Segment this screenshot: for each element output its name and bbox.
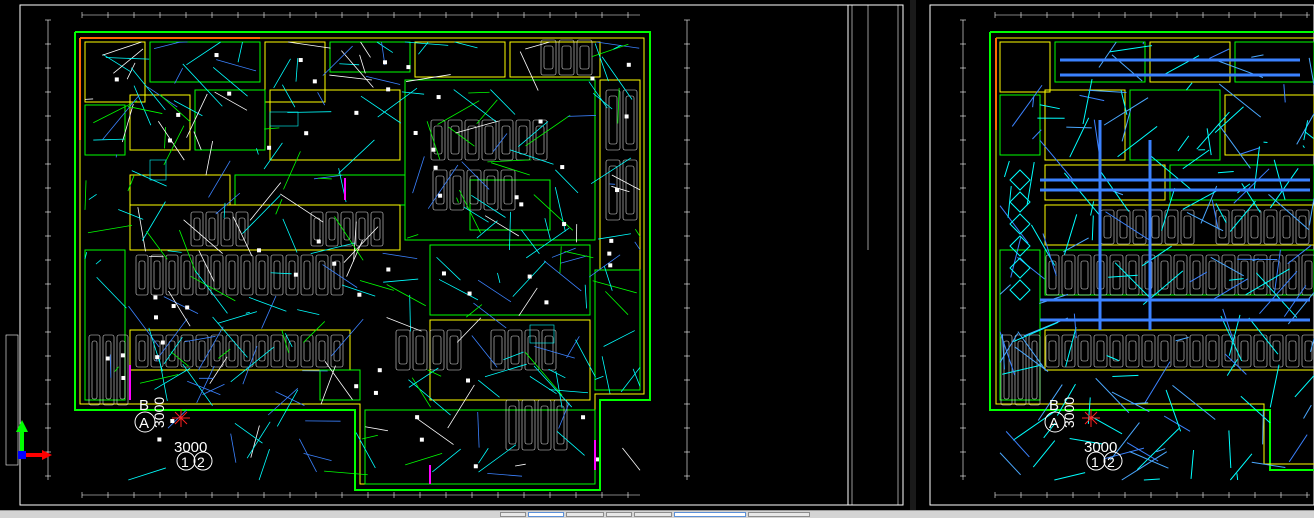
left-title-block bbox=[848, 5, 903, 505]
left-axis-num-2: 2 bbox=[197, 454, 205, 470]
right-parking-stalls bbox=[1001, 210, 1314, 405]
left-stair-hatch bbox=[150, 112, 554, 343]
right-duct-zigzag bbox=[1010, 170, 1030, 300]
layout-tab-4[interactable] bbox=[606, 512, 632, 517]
right-axis-letter-b: B bbox=[1049, 397, 1059, 414]
viewport-divider[interactable] bbox=[910, 0, 916, 510]
ucs-origin-marker bbox=[18, 451, 26, 459]
layout-tab-7[interactable] bbox=[748, 512, 810, 517]
layout-tab-1[interactable] bbox=[500, 512, 526, 517]
left-axis-annotation: B A 3000 3000 1 2 bbox=[135, 397, 212, 470]
right-axis-num-1: 1 bbox=[1091, 454, 1099, 470]
left-axis-num-1: 1 bbox=[181, 454, 189, 470]
layout-tab-3[interactable] bbox=[566, 512, 604, 517]
right-drawing-sheet: B A 3000 3000 1 2 bbox=[930, 5, 1314, 505]
cad-drawing-canvas[interactable]: B A 3000 3000 1 2 bbox=[0, 0, 1314, 510]
left-drawing-sheet: B A 3000 3000 1 2 bbox=[6, 5, 903, 505]
right-dim-vertical: 3000 bbox=[1061, 397, 1077, 428]
right-axis-annotation: B A 3000 3000 1 2 bbox=[1045, 397, 1122, 470]
left-axis-letter-a: A bbox=[139, 415, 149, 432]
left-stamp-column bbox=[6, 335, 18, 465]
layout-tab-6[interactable] bbox=[674, 512, 746, 517]
right-axis-letter-a: A bbox=[1049, 415, 1059, 432]
ucs-axis-icon bbox=[16, 420, 52, 460]
right-axis-num-2: 2 bbox=[1107, 454, 1115, 470]
left-axis-letter-b: B bbox=[139, 397, 149, 414]
layout-tab-2[interactable] bbox=[528, 512, 564, 517]
right-inner-wall bbox=[996, 38, 1314, 464]
layout-tab-5[interactable] bbox=[634, 512, 672, 517]
left-dim-vertical: 3000 bbox=[151, 397, 167, 428]
